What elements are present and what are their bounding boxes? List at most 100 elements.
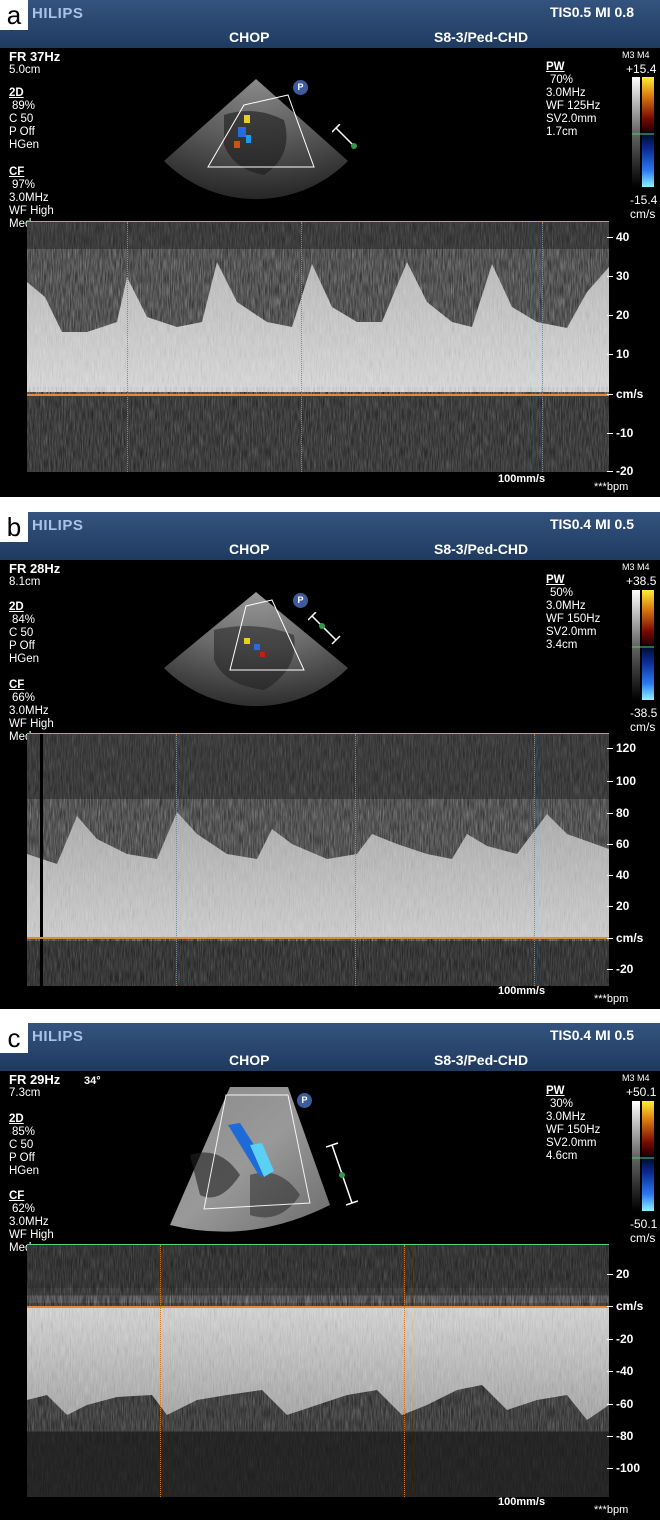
velocity-tick: 60 — [606, 837, 630, 851]
heart-rate: ***bpm — [594, 481, 629, 493]
sector-image-b — [164, 592, 348, 707]
site-name: CHOP — [229, 541, 270, 557]
color-velocity-scale — [632, 590, 654, 700]
param-compression: C 50 — [9, 627, 34, 639]
sample-gate-caliper — [326, 1142, 358, 1206]
velocity-tick: 30 — [606, 269, 630, 283]
color-scale-header: M3 M4 — [622, 50, 650, 60]
timing-marker — [176, 734, 177, 986]
sample-gate-caliper — [308, 612, 341, 645]
pw-freq: 3.0MHz — [546, 600, 586, 612]
timing-marker — [404, 1245, 405, 1497]
spectral-baseline — [27, 937, 609, 939]
tis-mi-readout: TIS0.4 MI 0.5 — [549, 516, 634, 532]
heart-rate: ***bpm — [594, 1504, 629, 1516]
frame-rate: FR 28Hz — [9, 561, 61, 576]
param-cf-title: CF — [9, 679, 25, 691]
color-scale-unit: cm/s — [630, 207, 656, 221]
pw-sample-volume: SV2.0mm — [546, 1137, 597, 1149]
pw-freq: 3.0MHz — [546, 1111, 586, 1123]
param-harmonic: HGen — [9, 1165, 40, 1177]
param-cf-title: CF — [9, 166, 25, 178]
frame-rate: FR 29Hz — [9, 1072, 61, 1087]
velocity-tick: 10 — [606, 347, 630, 361]
velocity-tick: -40 — [606, 1364, 634, 1378]
color-scale-max: +15.4 — [626, 62, 657, 76]
pw-gain: 30% — [550, 1098, 574, 1110]
brand-logo: HILIPS — [32, 5, 84, 22]
velocity-tick: -20 — [606, 464, 634, 478]
site-name: CHOP — [229, 1052, 270, 1068]
pw-gate-depth: 4.6cm — [546, 1150, 578, 1162]
pw-gain: 50% — [550, 587, 574, 599]
color-scale-min: -50.1 — [630, 1217, 658, 1231]
panel-label: b — [0, 512, 28, 542]
color-velocity-scale — [632, 1101, 654, 1211]
param-2d-gain: 89% — [12, 100, 36, 112]
sample-gate-caliper — [332, 124, 357, 149]
tis-mi-readout: TIS0.5 MI 0.8 — [549, 4, 634, 20]
timing-marker — [534, 734, 535, 986]
spectral-baseline — [27, 394, 609, 396]
velocity-tick: -20 — [606, 962, 634, 976]
param-2d-gain: 85% — [12, 1126, 36, 1138]
pw-gain: 70% — [550, 74, 574, 86]
sector-image-c — [170, 1087, 330, 1232]
param-cf-gain: 62% — [12, 1203, 36, 1215]
param-cf-wf: WF High — [9, 718, 54, 730]
velocity-tick: 80 — [606, 806, 630, 820]
color-scale-min: -15.4 — [630, 193, 658, 207]
velocity-tick: -60 — [606, 1397, 634, 1411]
brand-logo: HILIPS — [32, 1028, 84, 1045]
heart-rate: ***bpm — [594, 993, 629, 1005]
probe-name: S8-3/Ped-CHD — [434, 29, 529, 45]
param-cf-freq: 3.0MHz — [9, 1216, 49, 1228]
site-name: CHOP — [229, 29, 270, 45]
param-cf-gain: 66% — [12, 692, 36, 704]
sweep-speed: 100mm/s — [498, 985, 546, 997]
param-persistence: P Off — [9, 1152, 35, 1164]
param-persistence: P Off — [9, 640, 35, 652]
color-scale-unit: cm/s — [630, 1231, 656, 1245]
velocity-tick: -80 — [606, 1429, 634, 1443]
color-scale-header: M3 M4 — [622, 562, 650, 572]
pw-gate-depth: 3.4cm — [546, 639, 578, 651]
param-compression: C 50 — [9, 1139, 34, 1151]
color-scale-max: +50.1 — [626, 1085, 657, 1099]
panel-label: a — [0, 0, 28, 30]
depth: 7.3cm — [9, 1087, 41, 1099]
doppler-spectrum-c — [27, 1245, 609, 1497]
velocity-tick: -100 — [606, 1461, 641, 1475]
doppler-spectrum-a — [27, 222, 609, 472]
param-2d-title: 2D — [9, 87, 24, 99]
param-cf-wf: WF High — [9, 1229, 54, 1241]
param-2d-title: 2D — [9, 1113, 24, 1125]
velocity-tick: 40 — [606, 230, 630, 244]
timing-marker — [160, 1245, 161, 1497]
param-persistence: P Off — [9, 126, 35, 138]
velocity-tick: 20 — [606, 308, 630, 322]
velocity-tick: 40 — [606, 868, 630, 882]
depth: 5.0cm — [9, 64, 41, 76]
ultrasound-panel-b: b HILIPS TIS0.4 MI 0.5 CHOP S8-3/Ped-CHD… — [0, 512, 660, 1009]
timing-marker — [542, 222, 543, 472]
color-scale-max: +38.5 — [626, 574, 657, 588]
color-scale-unit: cm/s — [630, 720, 656, 734]
spectrum-top-line — [27, 221, 609, 222]
spectrum-top-line — [27, 733, 609, 734]
pw-gate-depth: 1.7cm — [546, 126, 578, 138]
timing-marker — [127, 222, 128, 472]
panel-label: c — [0, 1023, 28, 1053]
velocity-tick: 100 — [606, 774, 637, 788]
pw-title: PW — [546, 61, 565, 73]
pw-wall-filter: WF 150Hz — [546, 1124, 601, 1136]
tis-mi-readout: TIS0.4 MI 0.5 — [549, 1027, 634, 1043]
velocity-tick: 20 — [606, 899, 630, 913]
pw-wall-filter: WF 125Hz — [546, 100, 601, 112]
param-2d-gain: 84% — [12, 614, 36, 626]
depth: 8.1cm — [9, 576, 41, 588]
param-compression: C 50 — [9, 113, 34, 125]
velocity-tick: 20 — [606, 1267, 630, 1281]
pw-freq: 3.0MHz — [546, 87, 586, 99]
param-2d-title: 2D — [9, 601, 24, 613]
